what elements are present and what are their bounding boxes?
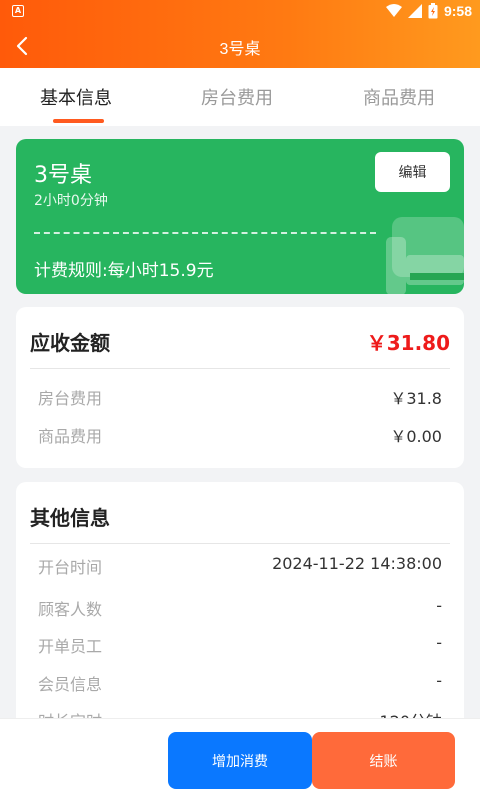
table-name: 3号桌 [34,163,92,188]
active-tab-indicator [53,119,104,123]
member-label: 会员信息 [38,675,103,694]
tab-bar: 基本信息 房台费用 商品费用 [0,68,480,126]
other-info-card: 其他信息 开台时间 2024-11-22 14:38:00 顾客人数 - 开单员… [16,482,464,742]
sofa-icon [386,217,464,294]
table-duration: 2小时0分钟 [34,193,108,209]
add-consumption-button[interactable]: 增加消费 [168,732,312,789]
edit-button[interactable]: 编辑 [375,152,450,192]
status-bar: A 9:58 [0,0,480,24]
app-notification-icon: A [12,5,24,17]
open-time-label: 开台时间 [38,558,103,577]
customer-count-value: - [436,596,442,615]
receivable-title: 应收金额 [30,331,110,355]
dashed-divider [34,232,376,234]
open-time-value: 2024-11-22 14:38:00 [272,554,442,573]
status-time: 9:58 [443,3,472,19]
page-title: 3号桌 [219,41,261,58]
room-fee-value: ￥31.8 [390,389,442,408]
table-info-card: 3号桌 2小时0分钟 编辑 计费规则:每小时15.9元 [16,139,464,294]
battery-icon [428,3,438,19]
tab-goods-fee[interactable]: 商品费用 [363,84,435,110]
room-fee-label: 房台费用 [38,389,103,408]
divider [30,543,450,544]
other-info-title: 其他信息 [30,506,110,530]
signal-icon [407,4,422,18]
receivable-card: 应收金额 ￥31.80 房台费用 ￥31.8 商品费用 ￥0.00 [16,307,464,468]
checkout-button[interactable]: 结账 [312,732,455,789]
staff-label: 开单员工 [38,637,103,656]
staff-value: - [436,633,442,652]
nav-bar: 3号桌 [0,26,480,66]
receivable-total: ￥31.80 [366,331,450,355]
tab-room-fee[interactable]: 房台费用 [201,84,273,110]
goods-fee-label: 商品费用 [38,427,103,446]
customer-count-label: 顾客人数 [38,600,103,619]
goods-fee-value: ￥0.00 [390,427,442,446]
member-value: - [436,671,442,690]
divider [30,368,450,369]
app-header: A 9:58 3号桌 [0,0,480,68]
wifi-icon [385,4,402,17]
billing-rule: 计费规则:每小时15.9元 [34,261,214,281]
tab-basic-info[interactable]: 基本信息 [40,84,112,110]
bottom-action-bar: 增加消费 结账 [0,718,480,800]
